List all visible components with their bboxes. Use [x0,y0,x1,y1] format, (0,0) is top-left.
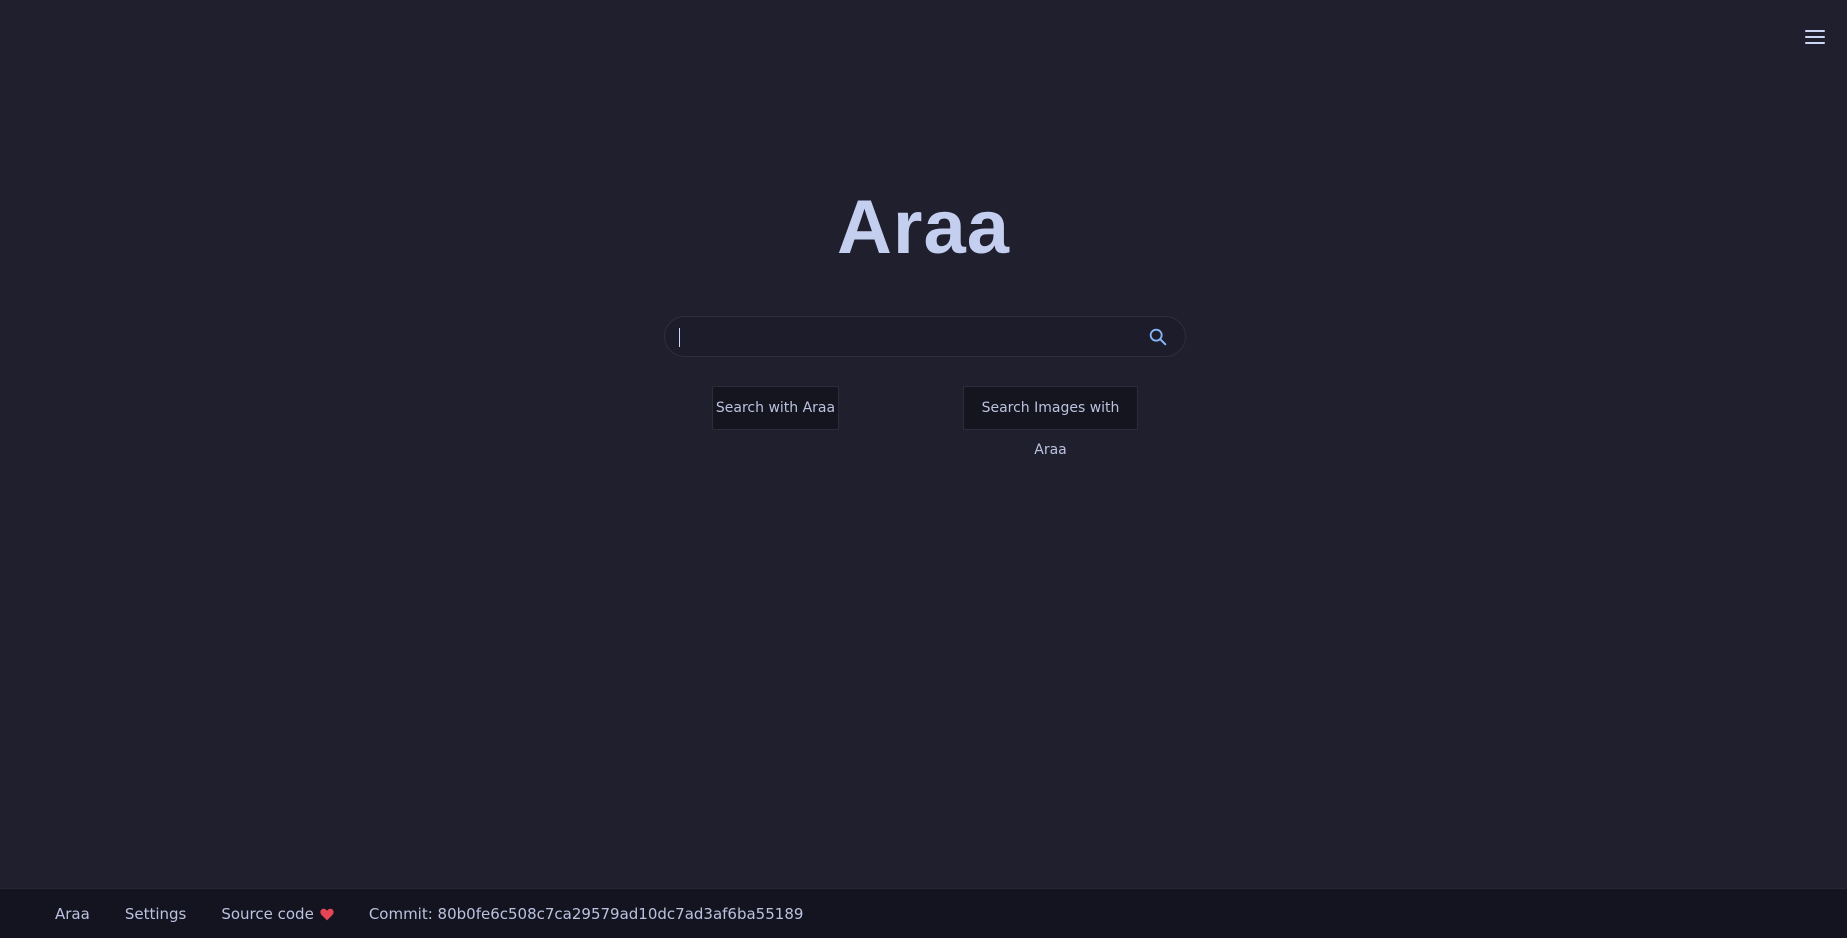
page: Araa Search with Araa Search Images with… [0,0,1847,938]
search-bar[interactable] [664,316,1186,357]
search-icon[interactable] [1147,326,1169,348]
menu-bar-bottom [1805,42,1825,44]
hamburger-menu-icon[interactable] [1802,25,1828,49]
text-caret [679,328,680,347]
footer-home-link[interactable]: Araa [55,905,90,923]
footer: Araa Settings Source code Commit: 80b0fe… [0,888,1847,938]
menu-bar-middle [1805,36,1825,38]
source-code-label: Source code [221,904,314,923]
search-input[interactable] [679,317,1119,356]
menu-bar-top [1805,30,1825,32]
footer-source-code-link[interactable]: Source code [221,905,334,923]
heart-icon [320,908,334,920]
search-with-araa-button[interactable]: Search with Araa [712,386,839,430]
commit-hash: Commit: 80b0fe6c508c7ca29579ad10dc7ad3af… [368,904,804,923]
footer-settings-link[interactable]: Settings [125,905,187,923]
search-images-button[interactable]: Search Images with Araa [963,386,1138,458]
logo-title: Araa [837,185,1010,270]
